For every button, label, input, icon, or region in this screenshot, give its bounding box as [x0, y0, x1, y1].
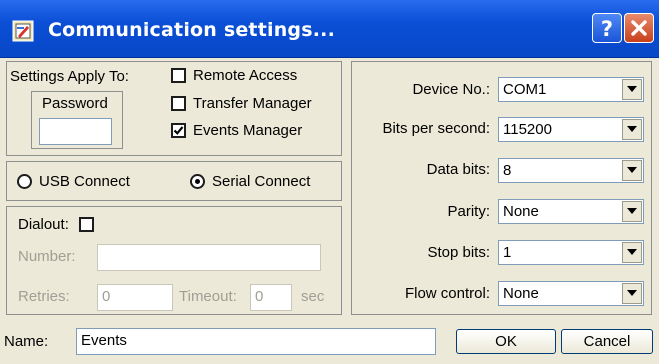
name-label: Name:: [4, 333, 49, 350]
checkmark-icon: [173, 126, 184, 135]
device-no-select[interactable]: COM1: [498, 77, 644, 102]
ok-button[interactable]: OK: [456, 329, 556, 354]
stop-bits-label: Stop bits:: [427, 244, 490, 261]
dropdown-arrow-icon: [622, 283, 642, 304]
stop-bits-select[interactable]: 1: [498, 240, 644, 265]
timeout-input[interactable]: 0: [250, 284, 292, 311]
remote-access-label: Remote Access: [193, 67, 298, 84]
dialout-group: Dialout: Number: Retries: 0 Timeout: 0 s…: [6, 206, 342, 315]
parity-select[interactable]: None: [498, 199, 644, 224]
retries-label: Retries:: [18, 288, 70, 305]
serial-connect-label: Serial Connect: [212, 173, 311, 190]
dropdown-arrow-icon: [622, 160, 642, 181]
password-label: Password: [42, 95, 108, 112]
timeout-unit-label: sec: [301, 288, 325, 305]
help-icon: ?: [601, 17, 613, 41]
dropdown-arrow-icon: [622, 201, 642, 222]
connection-group: USB Connect Serial Connect: [6, 161, 342, 201]
title-bar[interactable]: Communication settings... ?: [0, 0, 659, 58]
svg-text:?: ?: [601, 17, 613, 41]
window-title: Communication settings...: [48, 19, 335, 41]
usb-connect-label: USB Connect: [39, 173, 130, 190]
timeout-label: Timeout:: [179, 288, 237, 305]
password-input[interactable]: [39, 118, 112, 145]
port-settings-group: Device No.: COM1 Bits per second: 115200…: [351, 61, 652, 315]
dropdown-arrow-icon: [622, 242, 642, 263]
dropdown-arrow-icon: [622, 79, 642, 100]
events-manager-checkbox[interactable]: [171, 123, 186, 138]
help-button[interactable]: ?: [592, 13, 622, 43]
dialout-label: Dialout:: [18, 216, 69, 233]
serial-connect-radio[interactable]: [190, 174, 205, 189]
close-button[interactable]: [624, 13, 654, 43]
parity-label: Parity:: [447, 203, 490, 220]
usb-connect-radio[interactable]: [17, 174, 32, 189]
transfer-manager-checkbox[interactable]: [171, 96, 186, 111]
dialout-checkbox[interactable]: [79, 217, 94, 232]
name-input[interactable]: Events: [76, 328, 436, 355]
settings-app-icon: [12, 20, 34, 42]
bits-per-second-select[interactable]: 115200: [498, 117, 644, 142]
events-manager-label: Events Manager: [193, 122, 303, 139]
radio-selected-dot: [195, 179, 200, 184]
data-bits-label: Data bits:: [426, 161, 490, 178]
number-label: Number:: [18, 248, 76, 265]
apply-to-label: Settings Apply To:: [10, 68, 129, 85]
cancel-button[interactable]: Cancel: [561, 329, 653, 354]
bits-per-second-label: Bits per second:: [382, 120, 490, 137]
dialog-window: Communication settings... ? Settings App…: [0, 0, 659, 364]
device-no-label: Device No.:: [412, 81, 490, 98]
apply-to-group: Settings Apply To: Password Remote Acces…: [6, 61, 342, 156]
dropdown-arrow-icon: [622, 119, 642, 140]
transfer-manager-label: Transfer Manager: [193, 95, 312, 112]
retries-input[interactable]: 0: [97, 284, 173, 311]
flow-control-select[interactable]: None: [498, 281, 644, 306]
data-bits-select[interactable]: 8: [498, 158, 644, 183]
remote-access-checkbox[interactable]: [171, 68, 186, 83]
close-icon: [631, 20, 647, 36]
number-input[interactable]: [97, 244, 321, 271]
flow-control-label: Flow control:: [404, 285, 490, 302]
